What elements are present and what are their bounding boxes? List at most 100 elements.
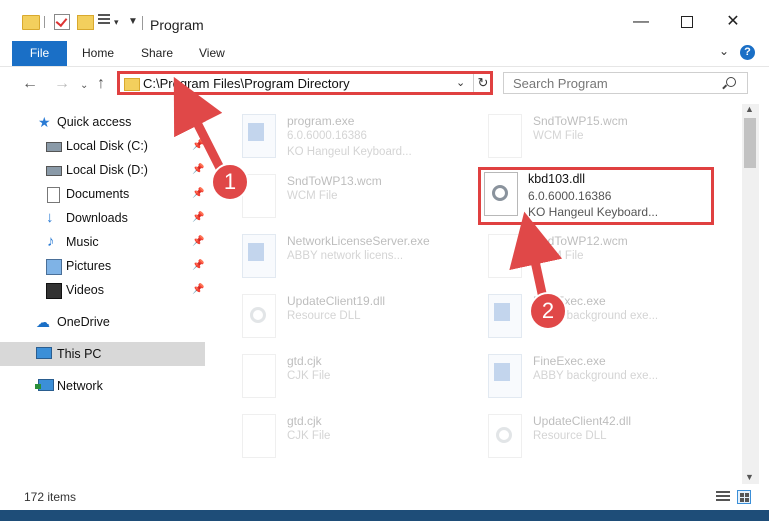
search-icon[interactable] <box>726 77 736 87</box>
scroll-down-icon[interactable]: ▼ <box>745 472 754 482</box>
file-detail: WCM File <box>287 190 338 202</box>
list-item[interactable]: program.exe 6.0.6000.16386 KO Hangeul Ke… <box>234 108 484 164</box>
address-path[interactable]: C:\Program Files\Program Directory <box>143 76 350 91</box>
file-name: UpdateClient42.dll <box>533 414 632 428</box>
file-name: SndToWP12.wcm <box>533 234 628 248</box>
list-item[interactable]: FineExec.exe ABBY background exe... <box>480 288 730 344</box>
list-item[interactable]: SndToWP13.wcm WCM File <box>234 168 484 224</box>
sidebar-item-label: Network <box>57 379 103 393</box>
chevron-down-icon[interactable]: ⌄ <box>456 76 465 89</box>
item-count: 172 items <box>24 490 77 504</box>
exe-file-icon <box>488 294 522 338</box>
sidebar-item-network[interactable]: Network <box>0 374 205 398</box>
refresh-icon[interactable]: ↻ <box>473 74 492 92</box>
tab-view[interactable]: View <box>199 41 225 66</box>
exe-file-icon <box>488 354 522 398</box>
customize-toolbar-icon[interactable]: ▼ <box>128 16 138 27</box>
list-item[interactable]: UpdateClient19.dll Resource DLL <box>234 288 484 344</box>
file-name: NetworkLicenseServer.exe <box>287 234 430 248</box>
minimize-button[interactable]: — <box>618 8 664 36</box>
back-arrow-icon[interactable]: ← <box>22 75 38 93</box>
sidebar-item-label: OneDrive <box>57 315 110 329</box>
desktop-background <box>0 510 769 521</box>
status-bar <box>0 484 769 510</box>
tab-home[interactable]: Home <box>82 41 114 66</box>
sidebar-item-label: Videos <box>66 283 104 297</box>
pin-icon[interactable]: 📌 <box>192 140 204 151</box>
sidebar-item-documents[interactable]: Documents 📌 <box>0 182 205 206</box>
file-name: SndToWP15.wcm <box>533 114 628 128</box>
sidebar-item-videos[interactable]: Videos 📌 <box>0 278 205 302</box>
sidebar-item-this-pc[interactable]: This PC <box>0 342 205 366</box>
sidebar-item-label: Quick access <box>57 115 132 129</box>
list-item[interactable]: gtd.cjk CJK File <box>234 348 484 404</box>
file-version: 6.0.6000.16386 <box>528 189 612 203</box>
sidebar-item-local-disk-d[interactable]: Local Disk (D:) 📌 <box>0 158 205 182</box>
pin-icon[interactable]: 📌 <box>192 236 204 247</box>
list-item[interactable]: SndToWP12.wcm WCM File <box>480 228 730 284</box>
sidebar-item-label: Documents <box>66 187 130 201</box>
new-folder-icon[interactable] <box>77 15 94 30</box>
forward-arrow-icon[interactable]: → <box>54 75 70 93</box>
file-list: program.exe 6.0.6000.16386 KO Hangeul Ke… <box>212 104 742 480</box>
list-item[interactable]: NetworkLicenseServer.exe ABBY network li… <box>234 228 484 284</box>
window-title: Program <box>150 17 204 33</box>
large-icons-view-icon[interactable] <box>737 490 751 504</box>
quick-access-properties-icon[interactable] <box>98 14 110 28</box>
sidebar-item-music[interactable]: ♪ Music 📌 <box>0 230 205 254</box>
scroll-up-icon[interactable]: ▲ <box>745 104 754 114</box>
close-button[interactable]: ✕ <box>710 8 756 36</box>
pin-icon[interactable]: 📌 <box>192 188 204 199</box>
details-view-icon[interactable] <box>716 491 730 503</box>
file-name: UpdateClient19.dll <box>287 294 386 308</box>
list-item[interactable]: UpdateClient42.dll Resource DLL <box>480 408 730 464</box>
pin-icon[interactable]: 📌 <box>192 164 204 175</box>
video-icon <box>46 283 62 299</box>
maximize-button[interactable] <box>664 8 710 36</box>
list-item[interactable]: SndToWP15.wcm WCM File <box>480 108 730 164</box>
sidebar-item-downloads[interactable]: ↓ Downloads 📌 <box>0 206 205 230</box>
drive-icon <box>46 166 62 176</box>
pin-icon[interactable]: 📌 <box>192 260 204 271</box>
sidebar-item-pictures[interactable]: Pictures 📌 <box>0 254 205 278</box>
pin-icon[interactable]: 📌 <box>192 212 204 223</box>
exe-file-icon <box>242 234 276 278</box>
file-icon <box>488 234 522 278</box>
help-icon[interactable]: ? <box>740 45 755 60</box>
sidebar-item-quick-access[interactable]: ★ Quick access <box>0 110 205 134</box>
file-description: KO Hangeul Keyboard... <box>528 205 659 219</box>
music-icon: ♪ <box>47 233 55 250</box>
file-detail: KO Hangeul Keyboard... <box>287 146 412 158</box>
dll-file-icon <box>484 172 518 216</box>
properties-check-icon[interactable] <box>54 14 70 30</box>
divider <box>44 16 45 28</box>
folder-icon[interactable] <box>22 15 40 30</box>
explorer-window: ▾ ▼ Program — ✕ File Home Share View ⌄ ?… <box>0 0 769 521</box>
up-arrow-icon[interactable]: ↑ <box>97 75 105 93</box>
recent-locations-icon[interactable]: ⌄ <box>80 80 88 91</box>
sidebar-item-local-disk-c[interactable]: Local Disk (C:) 📌 <box>0 134 205 158</box>
search-placeholder: Search Program <box>513 76 608 91</box>
pin-icon[interactable]: 📌 <box>192 284 204 295</box>
list-item[interactable]: gtd.cjk CJK File <box>234 408 484 464</box>
chevron-down-icon[interactable]: ▾ <box>114 17 119 28</box>
document-icon <box>47 187 60 203</box>
file-detail: WCM File <box>533 250 584 262</box>
sidebar-item-onedrive[interactable]: ☁ OneDrive <box>0 310 205 334</box>
sidebar-item-label: Pictures <box>66 259 112 273</box>
star-icon: ★ <box>38 114 51 130</box>
file-icon <box>242 354 276 398</box>
file-name: SndToWP13.wcm <box>287 174 382 188</box>
file-detail: ABBY network licens... <box>287 250 404 262</box>
expand-ribbon-icon[interactable]: ⌄ <box>719 44 729 58</box>
dll-file-icon <box>488 414 522 458</box>
tab-file[interactable]: File <box>12 41 67 66</box>
tab-share[interactable]: Share <box>141 41 173 66</box>
list-item[interactable]: FineExec.exe ABBY background exe... <box>480 348 730 404</box>
drive-icon <box>46 142 62 152</box>
network-icon <box>35 379 54 391</box>
scrollbar-thumb[interactable] <box>744 118 756 168</box>
file-name: kbd103.dll <box>528 172 585 186</box>
title-bar: ▾ ▼ Program — ✕ <box>0 0 769 40</box>
sidebar-item-label: Downloads <box>66 211 128 225</box>
